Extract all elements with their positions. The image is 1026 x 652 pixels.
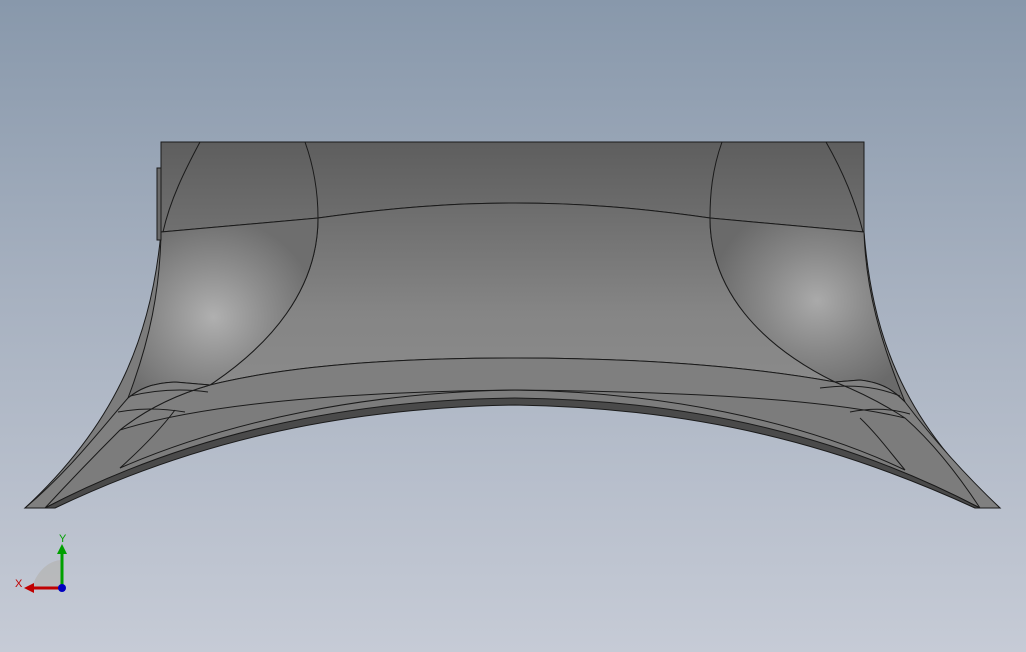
left-tab <box>156 167 162 241</box>
z-axis-dot <box>58 584 66 592</box>
y-axis-label: Y <box>59 533 67 545</box>
triad-plane-indicator <box>32 560 62 588</box>
x-axis-arrowhead <box>24 583 34 593</box>
x-axis-label: X <box>15 578 23 590</box>
graphics-viewport[interactable]: X Y <box>0 0 1026 652</box>
part-model[interactable] <box>0 0 1026 652</box>
coordinate-triad: X Y <box>15 533 67 593</box>
y-axis-arrowhead <box>57 544 67 554</box>
